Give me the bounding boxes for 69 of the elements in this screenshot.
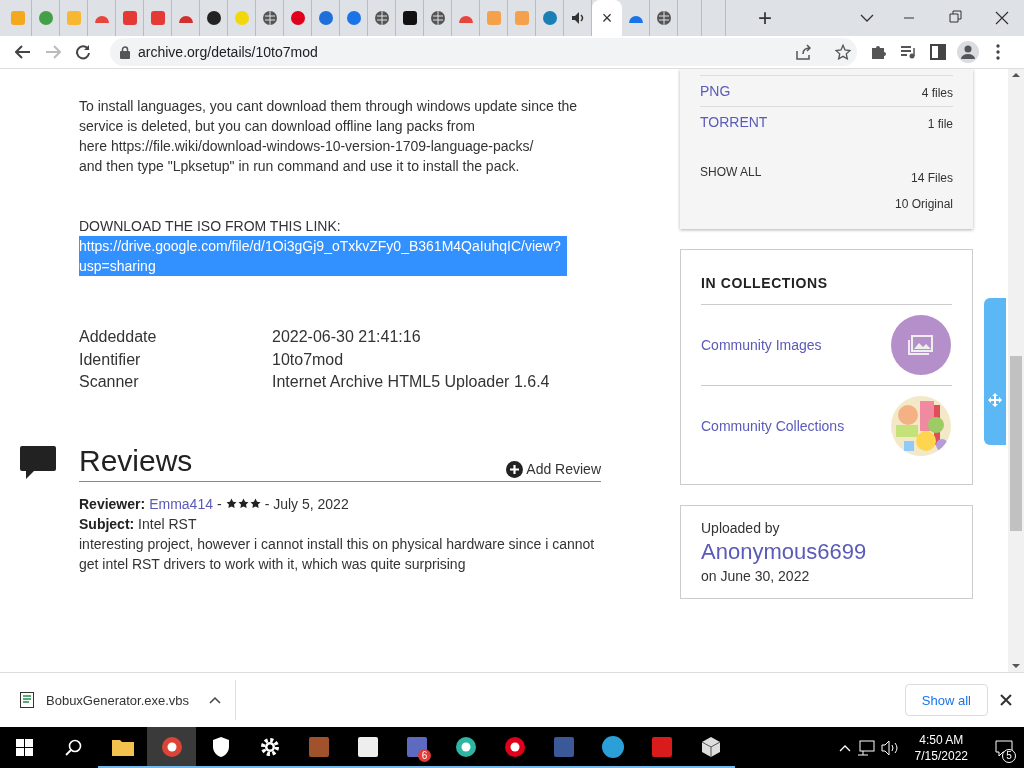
metadata-value: 2022-06-30 21:41:16	[272, 327, 422, 347]
metadata-label: Addeddate	[79, 327, 158, 347]
lock-icon	[120, 45, 130, 59]
show-all-link[interactable]: SHOW ALL	[700, 165, 762, 211]
search-icon[interactable]	[65, 739, 82, 756]
file-count: 4 files	[921, 86, 953, 100]
collections-heading: IN COLLECTIONS	[701, 250, 952, 305]
description-text: To install languages, you cant download them through windows update since the service is deleted, but you can download offline lang packs from here https://file.wiki/download-windows-10-version-1709-language-packs/ and then type "Lpksetup" in run command and use it to install the pack.	[79, 97, 579, 176]
side-panel-icon[interactable]	[930, 44, 946, 60]
file-total: 10 Original	[894, 197, 953, 211]
review-subject: Subject: Intel RST	[79, 514, 198, 534]
volume-icon[interactable]	[880, 739, 899, 756]
file-format-link[interactable]: PNG	[700, 83, 731, 99]
caret-icon[interactable]	[209, 696, 222, 704]
metadata-value: 10to7mod	[272, 349, 345, 370]
clock-time[interactable]: 4:50 AM	[914, 731, 968, 748]
taskbar-app[interactable]	[147, 727, 196, 768]
metadata-value: Internet Archive HTML5 Uploader 1.6.4	[272, 372, 551, 392]
network-icon[interactable]	[856, 739, 875, 756]
reviewer-link[interactable]: Emma414	[149, 493, 213, 514]
images-icon[interactable]	[890, 314, 952, 376]
metadata-label: Identifier	[79, 349, 142, 370]
notification-count: 5	[1002, 748, 1016, 763]
plus-icon	[506, 460, 524, 478]
file-count: 1 file	[927, 117, 953, 131]
script-file-icon	[20, 692, 34, 708]
file-total: 14 Files	[910, 171, 953, 185]
puzzle-icon[interactable]	[870, 44, 886, 60]
move-arrows-icon	[988, 393, 1002, 407]
scrollbar-thumb[interactable]	[1010, 356, 1022, 531]
browser-tab[interactable]: ×	[592, 0, 622, 36]
uploader-link[interactable]: Anonymous6699	[701, 538, 952, 566]
back-arrow-icon[interactable]	[15, 45, 31, 59]
metadata-label: Scanner	[79, 372, 140, 392]
share-icon[interactable]	[795, 44, 811, 60]
scrollbar[interactable]	[1008, 69, 1024, 672]
separator-text: -	[216, 494, 222, 514]
download-heading: DOWNLOAD THE ISO FROM THIS LINK:	[79, 217, 342, 236]
taskbar-app[interactable]: 6	[392, 727, 441, 768]
close-icon[interactable]	[1000, 694, 1012, 706]
star-icon	[237, 498, 249, 509]
address-bar[interactable]: archive.org/details/10to7mod	[110, 38, 857, 66]
star-icon	[249, 498, 261, 509]
badge-count: 6	[418, 749, 431, 762]
download-filename[interactable]: BobuxGenerator.exe.vbs	[46, 692, 190, 708]
file-format-link[interactable]: TORRENT	[700, 114, 768, 130]
reviews-heading: Reviews	[79, 443, 193, 478]
reload-icon[interactable]	[75, 44, 91, 60]
review-body: interesting project, however i cannot install this on physical hardware since i cannot get intel RST drivers to work with it, which was quite surprising	[79, 534, 596, 574]
chevron-up-icon[interactable]	[838, 743, 851, 752]
review-date: - July 5, 2022	[264, 494, 349, 514]
star-icon[interactable]	[835, 44, 851, 60]
new-tab-button[interactable]: +	[750, 0, 780, 36]
show-all-button[interactable]: Show all	[904, 684, 988, 716]
speech-bubble-icon	[20, 445, 56, 480]
notification-icon[interactable]	[995, 738, 1013, 757]
reviewer-label: Reviewer:	[79, 494, 146, 514]
download-link[interactable]: https://drive.google.com/file/d/1Oi3gGj9_oTxkvZFy0_B361M4QaIuhqIC/view?usp=sharing	[79, 236, 567, 276]
clock-date[interactable]: 7/15/2022	[914, 747, 968, 764]
collection-link[interactable]: Community Collections	[701, 418, 845, 434]
playlist-icon[interactable]	[900, 45, 916, 59]
star-icon	[225, 498, 237, 509]
profile-icon[interactable]	[957, 41, 979, 63]
add-review-button[interactable]: Add Review	[506, 460, 601, 478]
collection-link[interactable]: Community Images	[701, 337, 822, 353]
upload-date: on June 30, 2022	[701, 568, 810, 584]
uploaded-by-label: Uploaded by	[701, 519, 781, 538]
menu-icon[interactable]	[996, 44, 1000, 60]
windows-logo-icon[interactable]	[16, 739, 33, 756]
